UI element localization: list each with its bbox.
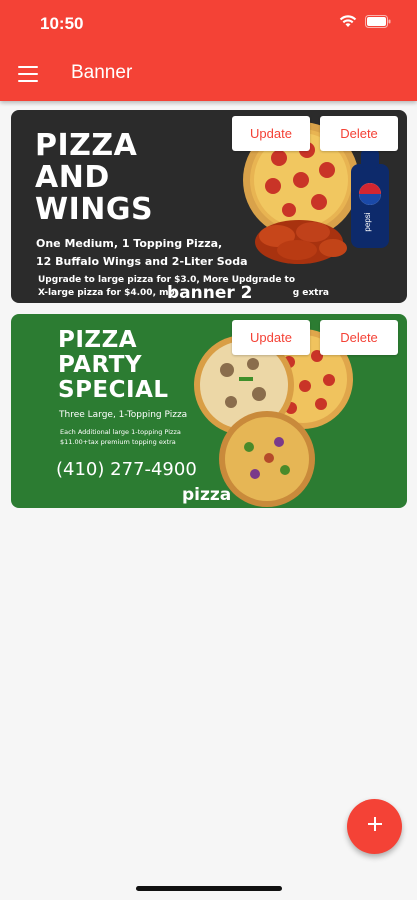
banner-headline: PIZZA PARTY SPECIAL <box>58 327 169 403</box>
home-indicator[interactable] <box>136 886 282 891</box>
banner-details: Three Large, 1-Topping Pizza <box>59 410 188 420</box>
banner-name: banner 2 <box>167 283 253 303</box>
plus-icon <box>367 816 383 837</box>
status-time: 10:50 <box>40 14 84 33</box>
add-banner-button[interactable] <box>347 799 402 854</box>
battery-icon <box>365 15 391 28</box>
banner-headline: PIZZA AND WINGS <box>35 128 154 227</box>
update-button[interactable]: Update <box>232 116 310 151</box>
update-button[interactable]: Update <box>232 320 310 355</box>
banner-phone: (410) 277-4900 <box>56 459 197 480</box>
banner-name: pizza <box>182 485 232 505</box>
menu-icon[interactable] <box>18 66 38 82</box>
app-bar: 10:50 Banner <box>0 0 417 101</box>
status-icons <box>339 15 391 28</box>
banner-details: One Medium, 1 Topping Pizza, 12 Buffalo … <box>36 237 248 268</box>
banner-card[interactable]: PIZZA PARTY SPECIAL Three Large, 1-Toppi… <box>11 314 407 508</box>
delete-button[interactable]: Delete <box>320 320 398 355</box>
delete-button[interactable]: Delete <box>320 116 398 151</box>
svg-text:pepsi: pepsi <box>363 212 372 231</box>
banner-card[interactable]: PIZZA AND WINGS One Medium, 1 Topping Pi… <box>11 110 407 303</box>
banner-fine-print: Each Additional large 1-topping Pizza $1… <box>60 428 181 446</box>
wifi-icon <box>339 15 357 28</box>
page-title: Banner <box>71 62 133 83</box>
